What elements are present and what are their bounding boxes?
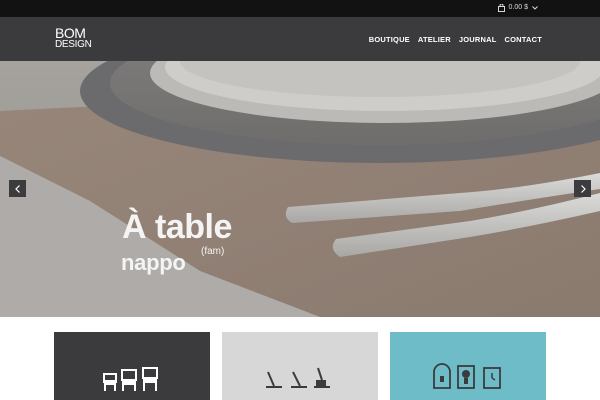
main-header: BOM DESIGN BOUTIQUE ATELIER JOURNAL CONT… — [0, 17, 600, 61]
shopping-bag-icon — [497, 4, 505, 12]
top-bar: 0.00 $ — [0, 0, 600, 17]
chevron-left-icon — [14, 184, 20, 193]
nav-boutique[interactable]: BOUTIQUE — [369, 35, 410, 44]
category-tile-frames[interactable] — [390, 332, 546, 400]
nav-atelier[interactable]: ATELIER — [418, 35, 451, 44]
logo-line-2: DESIGN — [55, 39, 92, 50]
chevron-right-icon — [580, 184, 586, 193]
hero-slider: À table nappo (fam) — [0, 61, 600, 317]
hero-superscript: (fam) — [201, 246, 225, 257]
cart-summary[interactable]: 0.00 $ — [497, 3, 538, 13]
chevron-down-icon — [532, 6, 538, 10]
logo-line-1: BOM — [55, 25, 86, 41]
site-logo[interactable]: BOM DESIGN — [55, 25, 95, 50]
category-tile-chairs[interactable] — [54, 332, 210, 400]
category-tile-utensils[interactable] — [222, 332, 378, 400]
frames-icon — [433, 363, 501, 389]
hero-title: À table — [122, 208, 232, 246]
nav-contact[interactable]: CONTACT — [504, 35, 542, 44]
hero-image — [0, 61, 600, 317]
cart-amount: 0.00 $ — [508, 4, 528, 11]
utensils-icon — [266, 367, 330, 388]
chairs-icon — [103, 367, 158, 391]
nav-journal[interactable]: JOURNAL — [459, 35, 497, 44]
main-nav: BOUTIQUE ATELIER JOURNAL CONTACT — [369, 17, 542, 61]
slider-next-button[interactable] — [574, 180, 591, 197]
slider-prev-button[interactable] — [9, 180, 26, 197]
hero-subtitle: nappo — [121, 250, 186, 275]
